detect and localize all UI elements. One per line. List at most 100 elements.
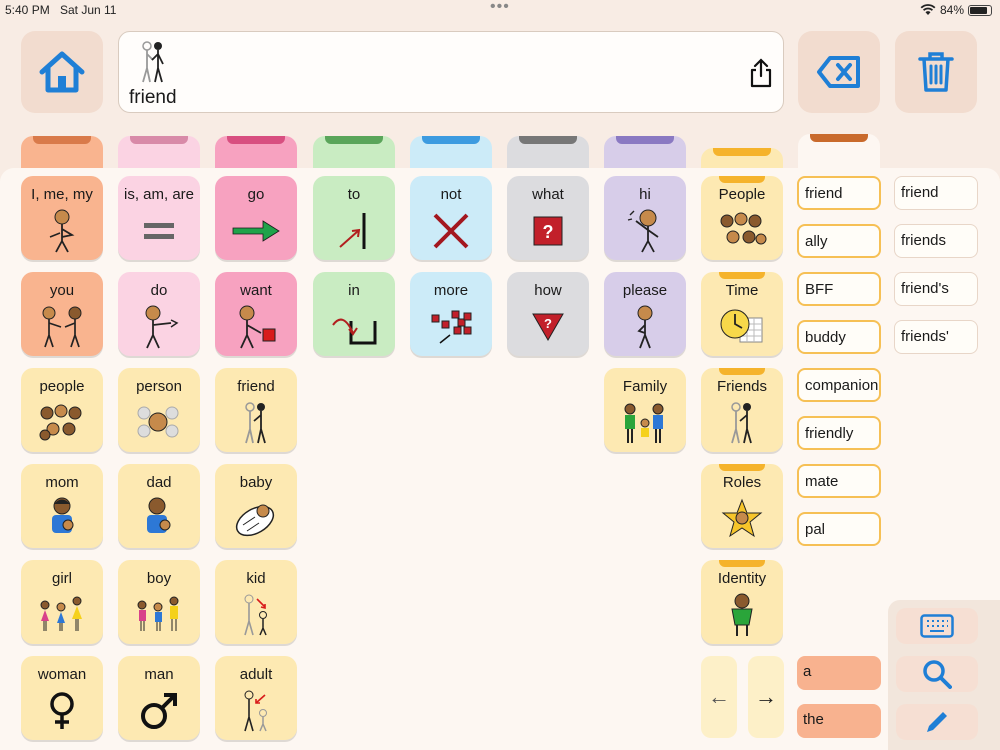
home-button[interactable] — [21, 31, 103, 113]
cell-dad[interactable]: dad — [118, 464, 200, 548]
folder-people[interactable]: People — [701, 176, 783, 260]
status-time: 5:40 PM — [5, 3, 50, 17]
cell-in[interactable]: in — [313, 272, 395, 356]
keyboard-button[interactable] — [896, 608, 978, 644]
form-friend[interactable]: friend — [894, 176, 978, 210]
cell-people[interactable]: people — [21, 368, 103, 452]
cell-label: Friends — [716, 378, 768, 395]
cell-boy[interactable]: boy — [118, 560, 200, 644]
friends-folder-icon — [701, 400, 783, 446]
backspace-icon — [817, 56, 860, 88]
cell-label: Identity — [717, 570, 767, 587]
cell-label: what — [532, 186, 564, 203]
folder-time[interactable]: Time — [701, 272, 783, 356]
cross-icon — [410, 208, 492, 254]
cell-what[interactable]: what ? — [507, 176, 589, 260]
cell-label: please — [622, 282, 668, 299]
search-icon — [923, 660, 952, 689]
cell-is-am-are[interactable]: is, am, are — [118, 176, 200, 260]
cell-please[interactable]: please — [604, 272, 686, 356]
cell-label: mom — [45, 474, 79, 491]
word-pal[interactable]: pal — [797, 512, 881, 546]
folder-roles[interactable]: Roles — [701, 464, 783, 548]
word-buddy[interactable]: buddy — [797, 320, 881, 354]
cell-hi[interactable]: hi — [604, 176, 686, 260]
word-mate[interactable]: mate — [797, 464, 881, 498]
battery-percent: 84% — [939, 3, 964, 17]
cell-woman[interactable]: woman — [21, 656, 103, 740]
cell-more[interactable]: more — [410, 272, 492, 356]
cell-kid[interactable]: kid — [215, 560, 297, 644]
word-friend[interactable]: friend — [797, 176, 881, 210]
cell-go[interactable]: go — [215, 176, 297, 260]
cell-label: dad — [146, 474, 172, 491]
folder-friends[interactable]: Friends — [701, 368, 783, 452]
adult-icon — [215, 688, 297, 734]
cell-label: go — [247, 186, 265, 203]
cell-i-me-my[interactable]: I, me, my — [21, 176, 103, 260]
to-arrow-icon — [313, 208, 395, 254]
person-highlight-icon — [118, 400, 200, 446]
cell-man[interactable]: man — [118, 656, 200, 740]
pencil-icon — [927, 712, 947, 732]
word-friendly[interactable]: friendly — [797, 416, 881, 450]
word-the[interactable]: the — [797, 704, 881, 738]
arrow-right-green-icon — [215, 208, 297, 254]
word-companion[interactable]: companion — [797, 368, 881, 402]
clear-button[interactable] — [895, 31, 977, 113]
cell-label: is, am, are — [123, 186, 195, 203]
cell-do[interactable]: do — [118, 272, 200, 356]
cell-how[interactable]: how ? — [507, 272, 589, 356]
cell-want[interactable]: want — [215, 272, 297, 356]
cell-label: boy — [146, 570, 172, 587]
identity-person-icon — [701, 592, 783, 638]
share-icon — [750, 58, 772, 88]
search-button[interactable] — [896, 656, 978, 692]
word-ally[interactable]: ally — [797, 224, 881, 258]
cell-you[interactable]: you — [21, 272, 103, 356]
arrow-left-icon: ← — [708, 684, 730, 709]
word-a[interactable]: a — [797, 656, 881, 690]
next-page-button[interactable]: → — [748, 656, 784, 738]
cell-girl[interactable]: girl — [21, 560, 103, 644]
self-person-icon — [21, 208, 103, 254]
status-right: 84% — [920, 3, 992, 17]
person-want-icon — [215, 304, 297, 350]
cell-label: people — [39, 378, 85, 395]
form-friends[interactable]: friends — [894, 224, 978, 258]
cell-label: to — [347, 186, 361, 203]
cell-mom[interactable]: mom — [21, 464, 103, 548]
cell-label: I, me, my — [31, 186, 93, 203]
cell-label: in — [348, 282, 360, 299]
multitasking-dots[interactable]: ••• — [490, 0, 510, 16]
cell-label: baby — [239, 474, 273, 491]
boys-icon — [118, 592, 200, 638]
cell-label: want — [240, 282, 272, 299]
friend-symbol-icon — [139, 40, 167, 89]
folder-identity[interactable]: Identity — [701, 560, 783, 644]
cell-friend[interactable]: friend — [215, 368, 297, 452]
share-button[interactable] — [749, 58, 773, 93]
form-friends-possessive[interactable]: friend's — [894, 272, 978, 306]
svg-text:?: ? — [544, 316, 552, 331]
cell-label: not — [440, 186, 462, 203]
person-please-icon — [604, 304, 686, 350]
cell-family[interactable]: Family — [604, 368, 686, 452]
male-symbol-icon — [118, 688, 200, 734]
cell-person[interactable]: person — [118, 368, 200, 452]
prev-page-button[interactable]: ← — [701, 656, 737, 738]
cell-baby[interactable]: baby — [215, 464, 297, 548]
message-bar[interactable]: friend — [118, 31, 784, 113]
backspace-button[interactable] — [798, 31, 880, 113]
star-person-icon — [701, 496, 783, 542]
keyboard-icon — [920, 614, 954, 638]
clock-calendar-icon — [701, 304, 783, 350]
word-bff[interactable]: BFF — [797, 272, 881, 306]
cell-adult[interactable]: adult — [215, 656, 297, 740]
cell-to[interactable]: to — [313, 176, 395, 260]
form-friends-plural-possessive[interactable]: friends' — [894, 320, 978, 354]
cell-label: person — [136, 378, 182, 395]
edit-button[interactable] — [896, 704, 978, 740]
cell-not[interactable]: not — [410, 176, 492, 260]
cell-label: more — [433, 282, 469, 299]
